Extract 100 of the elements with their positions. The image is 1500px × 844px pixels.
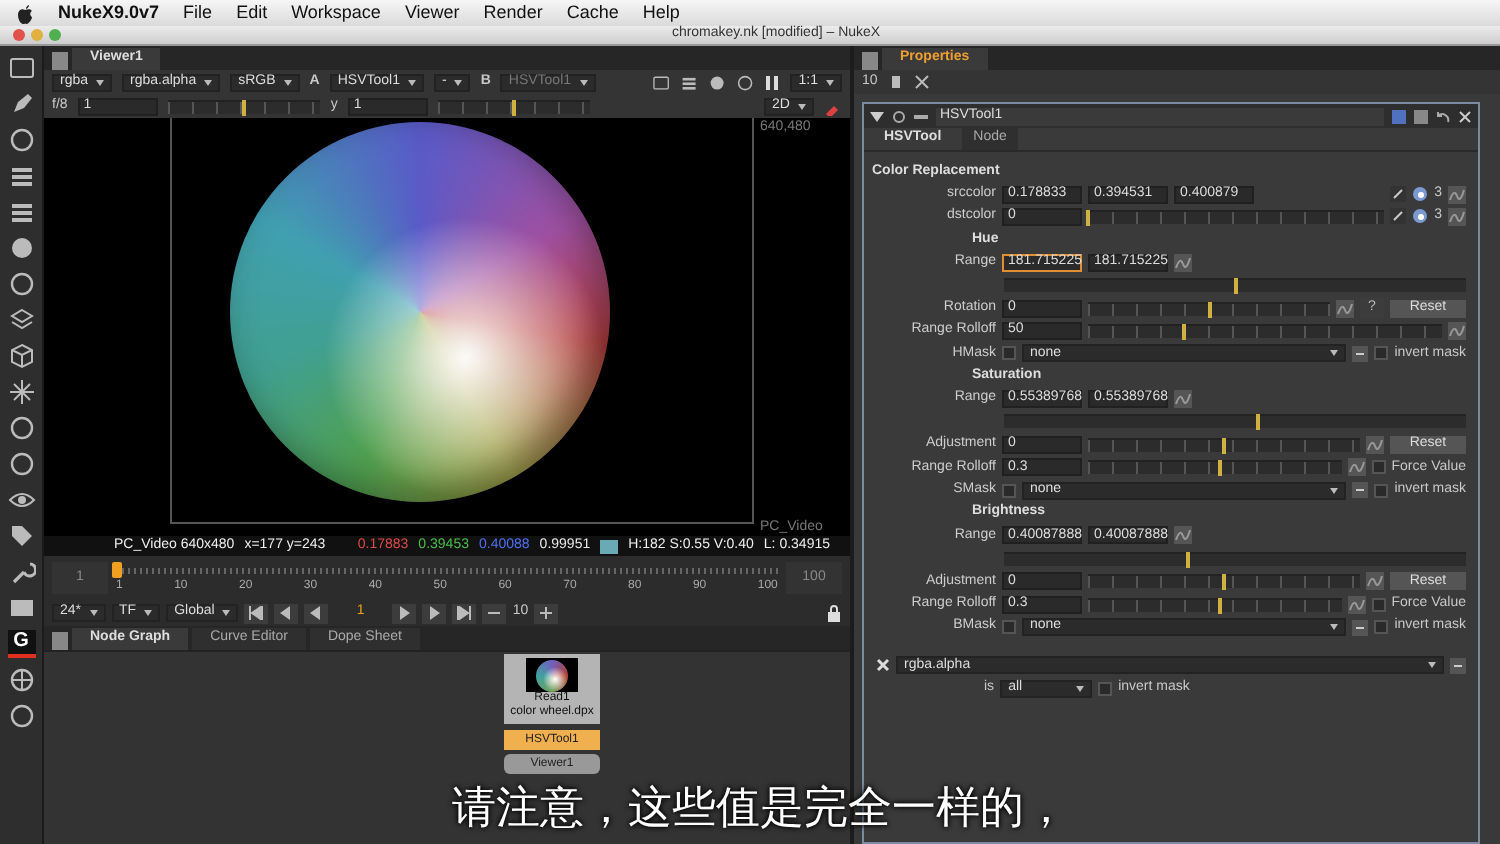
slider-handle[interactable] (1181, 323, 1186, 340)
curve-icon[interactable] (1347, 595, 1366, 614)
curve-icon[interactable] (1336, 299, 1354, 318)
close-all-icon[interactable] (913, 74, 930, 90)
curve-icon[interactable] (1366, 572, 1384, 591)
curve-icon[interactable] (1448, 321, 1466, 340)
minus-icon[interactable] (1352, 482, 1369, 499)
slider[interactable] (1088, 597, 1342, 612)
bars-icon[interactable] (7, 162, 35, 190)
curve-icon[interactable] (1448, 207, 1466, 226)
slider-handle[interactable] (1233, 278, 1237, 295)
tag-icon[interactable] (7, 522, 35, 550)
curve-icon[interactable] (1174, 390, 1192, 409)
curve-icon[interactable] (1448, 185, 1466, 204)
pause-icon[interactable] (764, 73, 781, 91)
checkbox[interactable] (1002, 620, 1016, 634)
collapse-icon[interactable] (870, 109, 884, 123)
menu-item[interactable]: File (183, 2, 213, 24)
slider[interactable] (1004, 551, 1466, 566)
picker-icon[interactable] (1390, 186, 1407, 203)
menu-item[interactable]: Workspace (291, 2, 381, 24)
play-button[interactable] (392, 603, 417, 623)
step-forward-button[interactable] (452, 603, 477, 623)
slider-handle[interactable] (1222, 574, 1226, 591)
picker-icon[interactable] (1390, 208, 1407, 225)
window-controls-icon[interactable] (12, 28, 64, 42)
square-icon[interactable] (7, 54, 35, 82)
checkbox[interactable] (1002, 346, 1016, 361)
circle-icon[interactable] (7, 126, 35, 154)
slider-handle[interactable] (1186, 551, 1191, 568)
previous-keyframe-button[interactable] (274, 603, 299, 623)
circle-icon[interactable] (7, 450, 35, 478)
slider[interactable] (167, 99, 321, 113)
circle-icon[interactable] (7, 414, 35, 442)
checkbox[interactable] (1098, 681, 1113, 696)
menu-item[interactable]: Viewer (404, 2, 460, 24)
playhead[interactable] (112, 562, 122, 578)
circle-icon[interactable] (7, 702, 35, 730)
lock-icon[interactable] (826, 604, 842, 622)
globe-icon[interactable] (7, 666, 35, 694)
square-icon[interactable] (652, 73, 671, 91)
pin-icon[interactable] (887, 74, 904, 90)
slider[interactable] (1088, 460, 1342, 475)
panel-icon[interactable] (7, 594, 35, 622)
disc-icon[interactable] (708, 73, 727, 91)
cross-icon[interactable] (876, 658, 890, 673)
circle-icon[interactable] (892, 109, 906, 123)
curve-icon[interactable] (1347, 458, 1366, 477)
minus-icon[interactable] (1450, 657, 1466, 674)
slider[interactable] (1004, 278, 1466, 293)
slider[interactable] (1088, 574, 1360, 589)
slider-handle[interactable] (1207, 301, 1211, 318)
checkbox[interactable] (1374, 346, 1389, 361)
node-color-icon[interactable] (1392, 109, 1406, 123)
toolbar-button[interactable]: G (7, 630, 35, 658)
bars-icon[interactable] (7, 198, 35, 226)
cube-icon[interactable] (7, 342, 35, 370)
menu-item[interactable]: Cache (566, 2, 619, 24)
close-icon[interactable] (1458, 109, 1472, 123)
curve-icon[interactable] (1174, 253, 1192, 272)
minus-icon[interactable] (914, 109, 928, 123)
curve-icon[interactable] (1366, 435, 1384, 454)
menu-item[interactable]: Edit (236, 2, 268, 24)
plus-button[interactable] (534, 603, 559, 623)
menu-item[interactable]: Render (483, 2, 543, 24)
checkbox[interactable] (1374, 620, 1389, 634)
checkbox[interactable] (1371, 597, 1386, 612)
slider-handle[interactable] (242, 99, 247, 115)
circle-icon[interactable] (736, 73, 755, 91)
menu-item[interactable]: Help (642, 2, 680, 24)
slider-handle[interactable] (1217, 460, 1222, 477)
next-keyframe-button[interactable] (422, 603, 447, 623)
minus-button[interactable] (482, 603, 507, 623)
slider-handle[interactable] (1217, 597, 1222, 614)
checkbox[interactable] (1002, 483, 1016, 498)
curve-icon[interactable] (1174, 526, 1192, 545)
slider[interactable] (437, 99, 591, 113)
slider-handle[interactable] (1222, 437, 1226, 454)
slider[interactable] (1088, 209, 1385, 224)
wrench-icon[interactable] (7, 558, 35, 586)
slider[interactable] (1088, 301, 1330, 316)
layers-icon[interactable] (7, 306, 35, 334)
slider[interactable] (1088, 323, 1442, 338)
play-backward-button[interactable] (304, 603, 329, 623)
slider-handle[interactable] (1086, 209, 1090, 226)
square-icon[interactable] (1414, 109, 1428, 123)
minus-icon[interactable] (1352, 345, 1369, 362)
bars-icon[interactable] (680, 73, 699, 91)
slider[interactable] (1088, 437, 1360, 452)
slider-handle[interactable] (512, 99, 517, 115)
step-back-button[interactable] (244, 603, 269, 623)
star-icon[interactable] (7, 378, 35, 406)
disc-icon[interactable] (7, 234, 35, 262)
checkbox[interactable] (1371, 460, 1386, 475)
undo-icon[interactable] (1436, 109, 1450, 123)
slider[interactable] (1004, 414, 1466, 429)
circle-icon[interactable] (7, 270, 35, 298)
checkbox[interactable] (1374, 483, 1389, 498)
minus-icon[interactable] (1352, 619, 1369, 635)
slider-handle[interactable] (1256, 414, 1261, 431)
